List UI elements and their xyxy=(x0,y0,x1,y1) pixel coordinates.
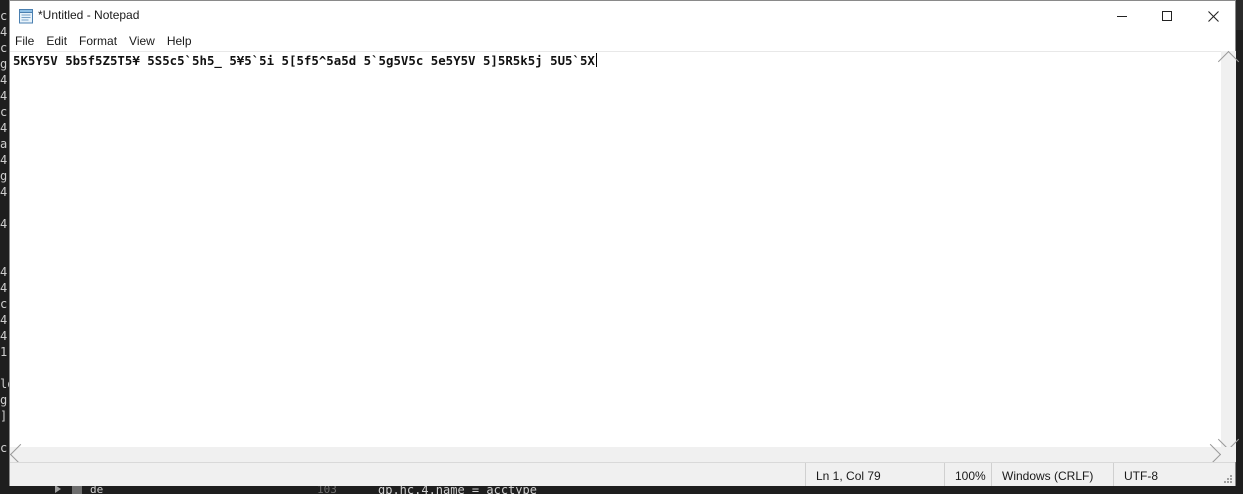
background-window-edge xyxy=(1236,0,1243,30)
scroll-up-button[interactable] xyxy=(1217,50,1240,73)
menu-format[interactable]: Format xyxy=(73,32,123,51)
menu-file[interactable]: File xyxy=(10,32,40,51)
vertical-scrollbar[interactable] xyxy=(1217,50,1240,451)
menu-bar: File Edit Format View Help xyxy=(10,32,1235,51)
background-code-char: 4 xyxy=(0,153,8,167)
background-code-char: g xyxy=(0,393,8,407)
scroll-right-button[interactable] xyxy=(1199,443,1222,466)
background-code-char: ] xyxy=(0,409,8,423)
background-code-char: 4 xyxy=(0,265,8,279)
background-code-char xyxy=(0,200,9,216)
notepad-window: *Untitled - Notepad File Edit Format Vie… xyxy=(9,0,1240,486)
scrollbar-corner xyxy=(1221,447,1236,462)
background-code-char: 4 xyxy=(0,185,8,199)
scroll-left-button[interactable] xyxy=(9,443,32,466)
close-icon xyxy=(1207,10,1219,22)
background-editor-strip: c4cg44c4a4g4 4 44c441 log] c xyxy=(0,0,9,494)
line-ending: Windows (CRLF) xyxy=(991,463,1113,486)
tree-expand-icon xyxy=(55,485,61,493)
chevron-up-icon xyxy=(1217,50,1240,73)
horizontal-scrollbar[interactable] xyxy=(9,443,1222,466)
cursor-position: Ln 1, Col 79 xyxy=(805,463,944,486)
background-code-char: 4 xyxy=(0,313,8,327)
background-code-char xyxy=(0,248,9,264)
background-code-char xyxy=(0,360,9,376)
background-code-char: lo xyxy=(0,377,9,391)
maximize-button[interactable] xyxy=(1144,1,1190,31)
editor-content: 5K5Y5V 5b5f5Z5T5¥ 5S5c5`5h5_ 5¥5`5i 5[5f… xyxy=(13,53,595,68)
background-code-char: 4 xyxy=(0,73,8,87)
background-code-char: c xyxy=(0,297,8,311)
menu-edit[interactable]: Edit xyxy=(40,32,73,51)
background-code-char: 4 xyxy=(0,217,8,231)
background-code-char: 4 xyxy=(0,281,8,295)
background-code-char xyxy=(0,232,9,248)
background-code-char: 4 xyxy=(0,25,8,39)
scroll-down-button[interactable] xyxy=(1217,428,1240,451)
menu-view[interactable]: View xyxy=(123,32,161,51)
background-code-char: c xyxy=(0,441,8,455)
tree-item-label: de xyxy=(90,485,104,494)
notepad-icon xyxy=(19,9,33,24)
background-code-char: c xyxy=(0,105,8,119)
editor-text: 5K5Y5V 5b5f5Z5T5¥ 5S5c5`5h5_ 5¥5`5i 5[5f… xyxy=(13,53,597,69)
line-number: 103 xyxy=(317,485,337,494)
background-code-char: c xyxy=(0,41,8,55)
background-code-char: 4 xyxy=(0,89,8,103)
background-code-char: 4 xyxy=(0,329,8,343)
background-code-char: c xyxy=(0,9,8,23)
background-code-char: a xyxy=(0,137,8,151)
menu-help[interactable]: Help xyxy=(161,32,198,51)
background-code-char: 4 xyxy=(0,121,8,135)
resize-grip-icon[interactable] xyxy=(1223,474,1233,484)
encoding: UTF-8 xyxy=(1113,463,1193,486)
text-editor-area[interactable]: 5K5Y5V 5b5f5Z5T5¥ 5S5c5`5h5_ 5¥5`5i 5[5f… xyxy=(10,51,1221,447)
minimize-button[interactable] xyxy=(1099,1,1145,31)
background-code-char xyxy=(0,424,9,440)
title-bar[interactable]: *Untitled - Notepad xyxy=(10,1,1235,32)
text-caret xyxy=(595,53,597,67)
status-bar: Ln 1, Col 79 100% Windows (CRLF) UTF-8 xyxy=(10,462,1235,486)
window-title: *Untitled - Notepad xyxy=(38,8,140,22)
background-editor-bottom: de 103 gp.hc.4.name = acctype xyxy=(0,485,1243,494)
background-code-char: g xyxy=(0,169,8,183)
code-line: gp.hc.4.name = acctype xyxy=(378,485,537,494)
zoom-level: 100% xyxy=(944,463,991,486)
minimize-icon xyxy=(1117,15,1127,17)
background-code-char: 1 xyxy=(0,345,8,359)
maximize-icon xyxy=(1162,11,1172,21)
background-code-char: g xyxy=(0,57,8,71)
close-button[interactable] xyxy=(1190,1,1236,31)
folder-icon xyxy=(72,485,82,494)
